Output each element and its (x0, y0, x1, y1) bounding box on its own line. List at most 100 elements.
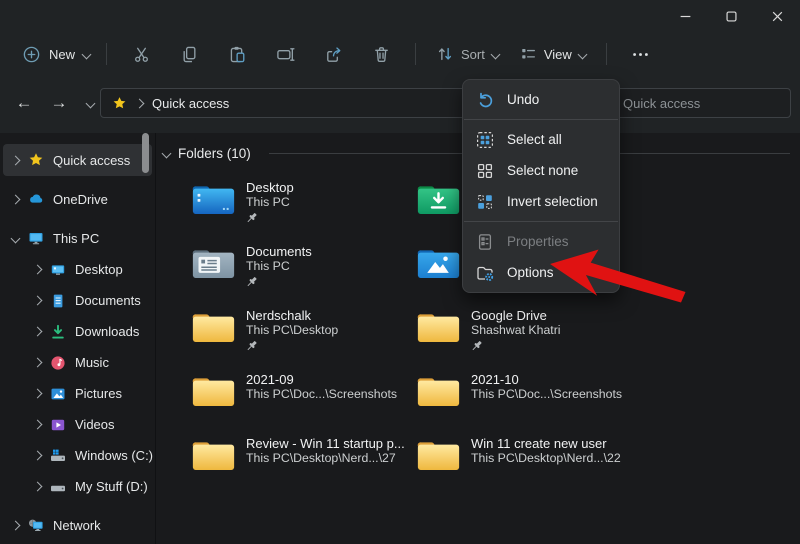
folder-yellow (416, 436, 461, 473)
minimize-button[interactable] (662, 0, 708, 32)
file-explorer-window: New Sort View ← → (0, 0, 800, 544)
breadcrumb[interactable]: Quick access (152, 96, 229, 111)
folder-tile-win-11-create-new-user[interactable]: Win 11 create new user This PC\Desktop\N… (416, 434, 641, 498)
sidebar-item-music[interactable]: Music (3, 347, 152, 378)
window-chrome: New Sort View ← → (0, 0, 800, 133)
minimize-icon (679, 10, 692, 23)
delete-icon (372, 45, 391, 64)
share-button[interactable] (309, 38, 357, 70)
folder-tile-review-win-11-startup-p[interactable]: Review - Win 11 startup p... This PC\Des… (191, 434, 416, 498)
expand-chevron-icon[interactable] (33, 296, 43, 306)
videos-icon (50, 417, 66, 433)
new-button-label: New (49, 47, 75, 62)
collapse-chevron-icon[interactable] (162, 149, 172, 159)
forward-button[interactable]: → (45, 89, 73, 117)
sidebar-item-onedrive[interactable]: OneDrive (3, 183, 152, 215)
pin-icon (246, 340, 259, 353)
sort-icon (436, 45, 454, 63)
sidebar-item-label: Documents (75, 293, 141, 308)
network-icon (28, 517, 44, 533)
folder-tile-info: Desktop This PC (246, 178, 294, 225)
search-input[interactable]: Quick access (601, 88, 791, 118)
sidebar-item-this-pc[interactable]: This PC (3, 222, 152, 254)
sidebar-item-quick-access[interactable]: Quick access (3, 144, 152, 176)
folder-tile-nerdschalk[interactable]: Nerdschalk This PC\Desktop (191, 306, 416, 370)
folder-tile-info: 2021-09 This PC\Doc...\Screenshots (246, 370, 397, 402)
copy-button[interactable] (165, 38, 213, 70)
see-more-button[interactable] (617, 38, 665, 70)
folder-tile-google-drive[interactable]: Google Drive Shashwat Khatri (416, 306, 641, 370)
sidebar-item-downloads[interactable]: Downloads (3, 316, 152, 347)
paste-button[interactable] (213, 38, 261, 70)
menu-item-select-all[interactable]: Select all (463, 124, 619, 155)
menu-item-invert-selection[interactable]: Invert selection (463, 186, 619, 217)
select-all-icon (476, 131, 494, 149)
expand-chevron-icon[interactable] (33, 482, 43, 492)
delete-button[interactable] (357, 38, 405, 70)
forward-arrow-icon: → (51, 93, 68, 113)
pictures-icon (50, 386, 66, 402)
view-button[interactable]: View (509, 38, 596, 70)
expand-chevron-icon[interactable] (33, 389, 43, 399)
folder-tile-info: Documents This PC (246, 242, 312, 289)
this-pc-icon (28, 230, 44, 246)
folder-tile-desktop[interactable]: Desktop This PC (191, 178, 416, 242)
back-button[interactable]: ← (10, 89, 38, 117)
maximize-button[interactable] (708, 0, 754, 32)
sidebar-item-windows-c[interactable]: Windows (C:) (3, 440, 152, 471)
folder-tile-2021-09[interactable]: 2021-09 This PC\Doc...\Screenshots (191, 370, 416, 434)
close-button[interactable] (754, 0, 800, 32)
folder-name: Nerdschalk (246, 308, 338, 323)
cut-icon (132, 45, 151, 64)
folder-path: This PC\Doc...\Screenshots (471, 387, 622, 402)
expand-chevron-icon[interactable] (33, 420, 43, 430)
menu-divider (464, 221, 618, 222)
copy-icon (180, 45, 199, 64)
sidebar-item-label: OneDrive (53, 192, 108, 207)
folder-name: Desktop (246, 180, 294, 195)
menu-item-select-none[interactable]: Select none (463, 155, 619, 186)
sort-button-label: Sort (461, 47, 485, 62)
folder-yellow (416, 308, 461, 345)
sidebar-item-desktop[interactable]: Desktop (3, 254, 152, 285)
navigation-bar: ← → Quick access Quick access (0, 74, 800, 133)
menu-item-undo[interactable]: Undo (463, 84, 619, 115)
folder-path: This PC\Doc...\Screenshots (246, 387, 397, 402)
sidebar-scrollbar[interactable] (142, 133, 149, 173)
folder-tile-documents[interactable]: Documents This PC (191, 242, 416, 306)
rename-button[interactable] (261, 38, 309, 70)
undo-icon (476, 91, 494, 109)
expand-chevron-icon[interactable] (11, 233, 21, 243)
expand-chevron-icon[interactable] (11, 194, 21, 204)
chevron-down-icon (577, 49, 587, 59)
toolbar-icon-group (117, 38, 405, 70)
folder-tile-info: Nerdschalk This PC\Desktop (246, 306, 338, 353)
expand-chevron-icon[interactable] (33, 451, 43, 461)
sidebar-item-my-stuff-d[interactable]: My Stuff (D:) (3, 471, 152, 502)
folder-name: 2021-10 (471, 372, 622, 387)
expand-chevron-icon[interactable] (11, 520, 21, 530)
expand-chevron-icon[interactable] (33, 358, 43, 368)
expand-chevron-icon[interactable] (11, 155, 21, 165)
title-bar[interactable] (0, 0, 800, 34)
expand-chevron-icon[interactable] (33, 327, 43, 337)
folder-tile-info: Google Drive Shashwat Khatri (471, 306, 561, 353)
new-button[interactable]: New (16, 38, 96, 70)
sort-button[interactable]: Sort (426, 38, 509, 70)
toolbar-separator (106, 43, 107, 65)
folder-desktop (191, 180, 236, 217)
folder-yellow (416, 372, 461, 409)
folder-tile-2021-10[interactable]: 2021-10 This PC\Doc...\Screenshots (416, 370, 641, 434)
chevron-down-icon (490, 49, 500, 59)
sidebar-item-pictures[interactable]: Pictures (3, 378, 152, 409)
sidebar-item-network[interactable]: Network (3, 509, 152, 541)
cut-button[interactable] (117, 38, 165, 70)
music-icon (50, 355, 66, 371)
expand-chevron-icon[interactable] (33, 265, 43, 275)
folder-tile-info: Win 11 create new user This PC\Desktop\N… (471, 434, 621, 466)
select-none-icon (476, 162, 494, 180)
sidebar-item-label: This PC (53, 231, 99, 246)
folder-name: Review - Win 11 startup p... (246, 436, 405, 451)
sidebar-item-documents[interactable]: Documents (3, 285, 152, 316)
sidebar-item-videos[interactable]: Videos (3, 409, 152, 440)
